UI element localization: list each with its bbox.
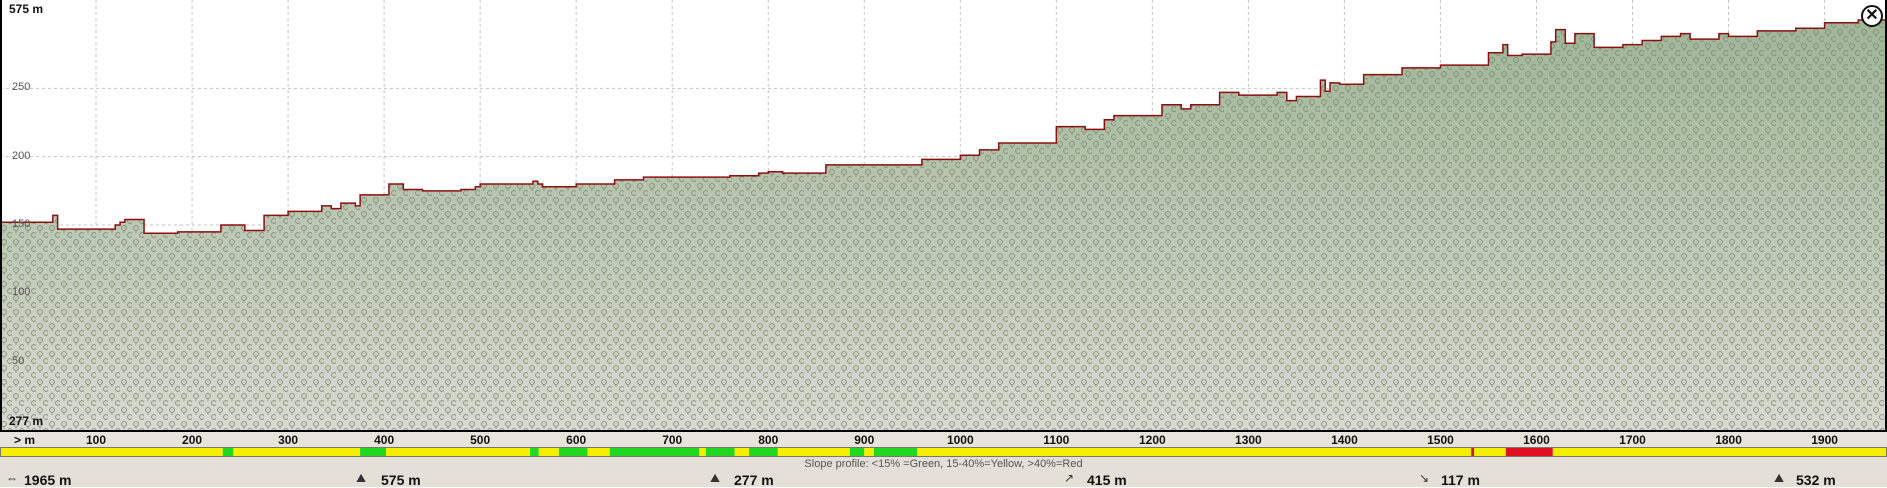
mountain-max-icon: ⛰ [356,471,367,485]
slope-segment-yellow [538,447,559,457]
x-axis: > m 100 200 300 400 500 600 700 800 900 1000 1100 1… [0,430,1887,447]
stats-footer: Slope profile: <15% =Green, 15-40%=Yello… [0,457,1887,488]
slope-segment-red [1505,447,1553,457]
x-tick-label: 1900 [1811,433,1838,447]
x-tick-label: 1800 [1715,433,1742,447]
slope-legend-caption: Slope profile: <15% =Green, 15-40%=Yello… [804,458,1083,470]
x-tick-label: 1500 [1427,433,1454,447]
y-tick-label: 100 [12,286,31,299]
slope-segment-yellow [233,447,361,457]
slope-segment-green [530,447,539,457]
slope-segment-yellow [699,447,706,457]
total-distance: 1965 m [24,472,72,488]
x-tick-label: 1000 [946,433,974,447]
slope-segment-green [705,447,735,457]
slope-segment-yellow [917,447,1472,457]
y-tick-label: 150 [12,218,31,230]
x-tick-label: 1100 [1043,433,1070,447]
slope-profile-bar [0,447,1887,457]
total-ascent: 415 m [1087,472,1127,488]
max-elevation-label: 575 m [9,2,44,16]
mountain-min-icon: ⛰ [710,471,721,485]
x-tick-label: 100 [86,433,107,447]
elevation-chart-svg [0,0,1887,430]
x-tick-label: 1300 [1235,433,1262,447]
x-tick-label: 600 [566,433,587,447]
y-tick-label: 50 [12,354,25,367]
slope-segment-green [609,447,700,457]
slope-segment-green [558,447,588,457]
x-axis-unit-label: > m [14,433,36,447]
descent-icon: ↘ [1419,471,1430,485]
slope-segment-yellow [1552,447,1887,457]
slope-segment-red [1471,447,1475,457]
ascent-icon: ↗ [1064,471,1075,485]
x-tick-label: 1700 [1619,433,1646,447]
x-tick-label: 800 [758,433,779,447]
end-elevation: 532 m [1796,472,1836,488]
close-button[interactable]: ✕ [1861,5,1883,27]
slope-segment-yellow [587,447,610,457]
slope-segment-green [873,447,918,457]
elevation-chart[interactable]: 250 200 150 100 50 575 m 277 m [0,0,1887,430]
slope-segment-yellow [386,447,531,457]
x-tick-label: 1600 [1523,433,1550,447]
slope-segment-yellow [777,447,850,457]
y-tick-label: 250 [12,81,31,94]
slope-segment-green [360,447,387,457]
slope-segment-yellow [734,447,750,457]
close-icon: ✕ [1865,7,1879,24]
x-tick-label: 900 [854,433,875,447]
slope-segment-green [222,447,234,457]
end-elevation-icon: ⛰ [1774,471,1785,485]
x-tick-label: 500 [470,433,491,447]
x-tick-label: 700 [662,433,683,447]
distance-icon: ⇔ [6,471,18,485]
slope-segment-green [749,447,778,457]
x-tick-label: 200 [182,433,203,447]
slope-segment-green [849,447,865,457]
slope-segment-yellow [0,447,223,457]
slope-segment-yellow [864,447,874,457]
slope-segment-yellow [1474,447,1506,457]
max-elevation: 575 m [381,472,421,488]
y-tick-label: 200 [12,149,31,162]
min-elevation-label: 277 m [9,414,44,428]
x-tick-label: 400 [374,433,395,447]
x-tick-label: 1200 [1139,433,1166,447]
x-tick-label: 1400 [1331,433,1358,447]
x-tick-label: 300 [278,433,299,447]
total-descent: 117 m [1441,472,1480,488]
min-elevation: 277 m [734,472,774,488]
